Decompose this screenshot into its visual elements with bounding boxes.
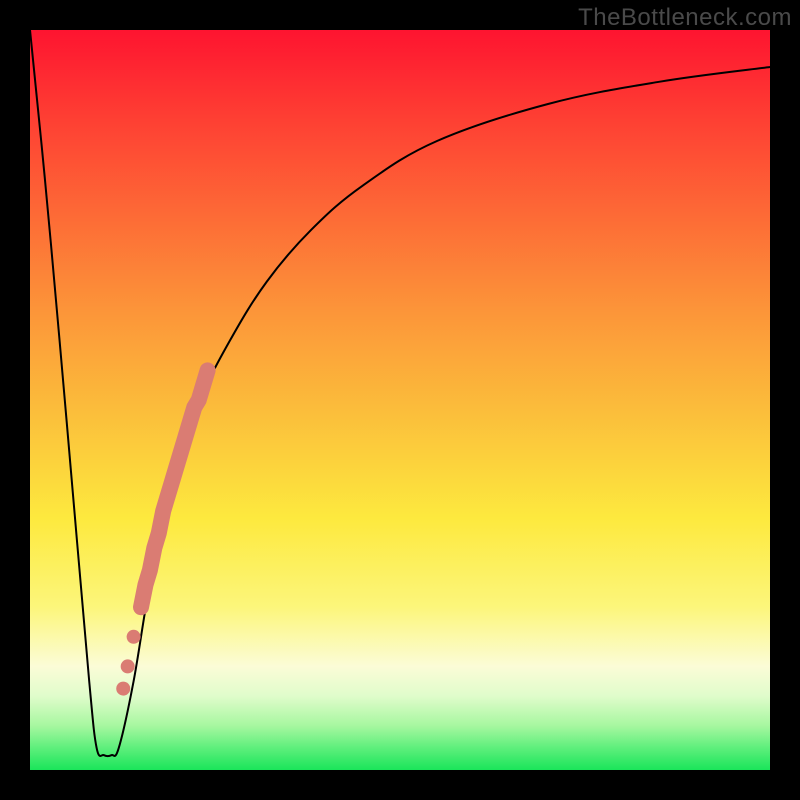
chart-svg: [30, 30, 770, 770]
plot-area: [30, 30, 770, 770]
watermark-text: TheBottleneck.com: [578, 4, 792, 32]
highlight-dot: [116, 682, 130, 696]
chart-frame: TheBottleneck.com: [0, 0, 800, 800]
curve-layer: [30, 30, 770, 756]
marker-layer: [116, 370, 207, 695]
highlight-dot: [121, 659, 135, 673]
highlight-dot: [127, 630, 141, 644]
highlight-band: [141, 370, 208, 607]
bottleneck-curve-path: [30, 30, 770, 756]
